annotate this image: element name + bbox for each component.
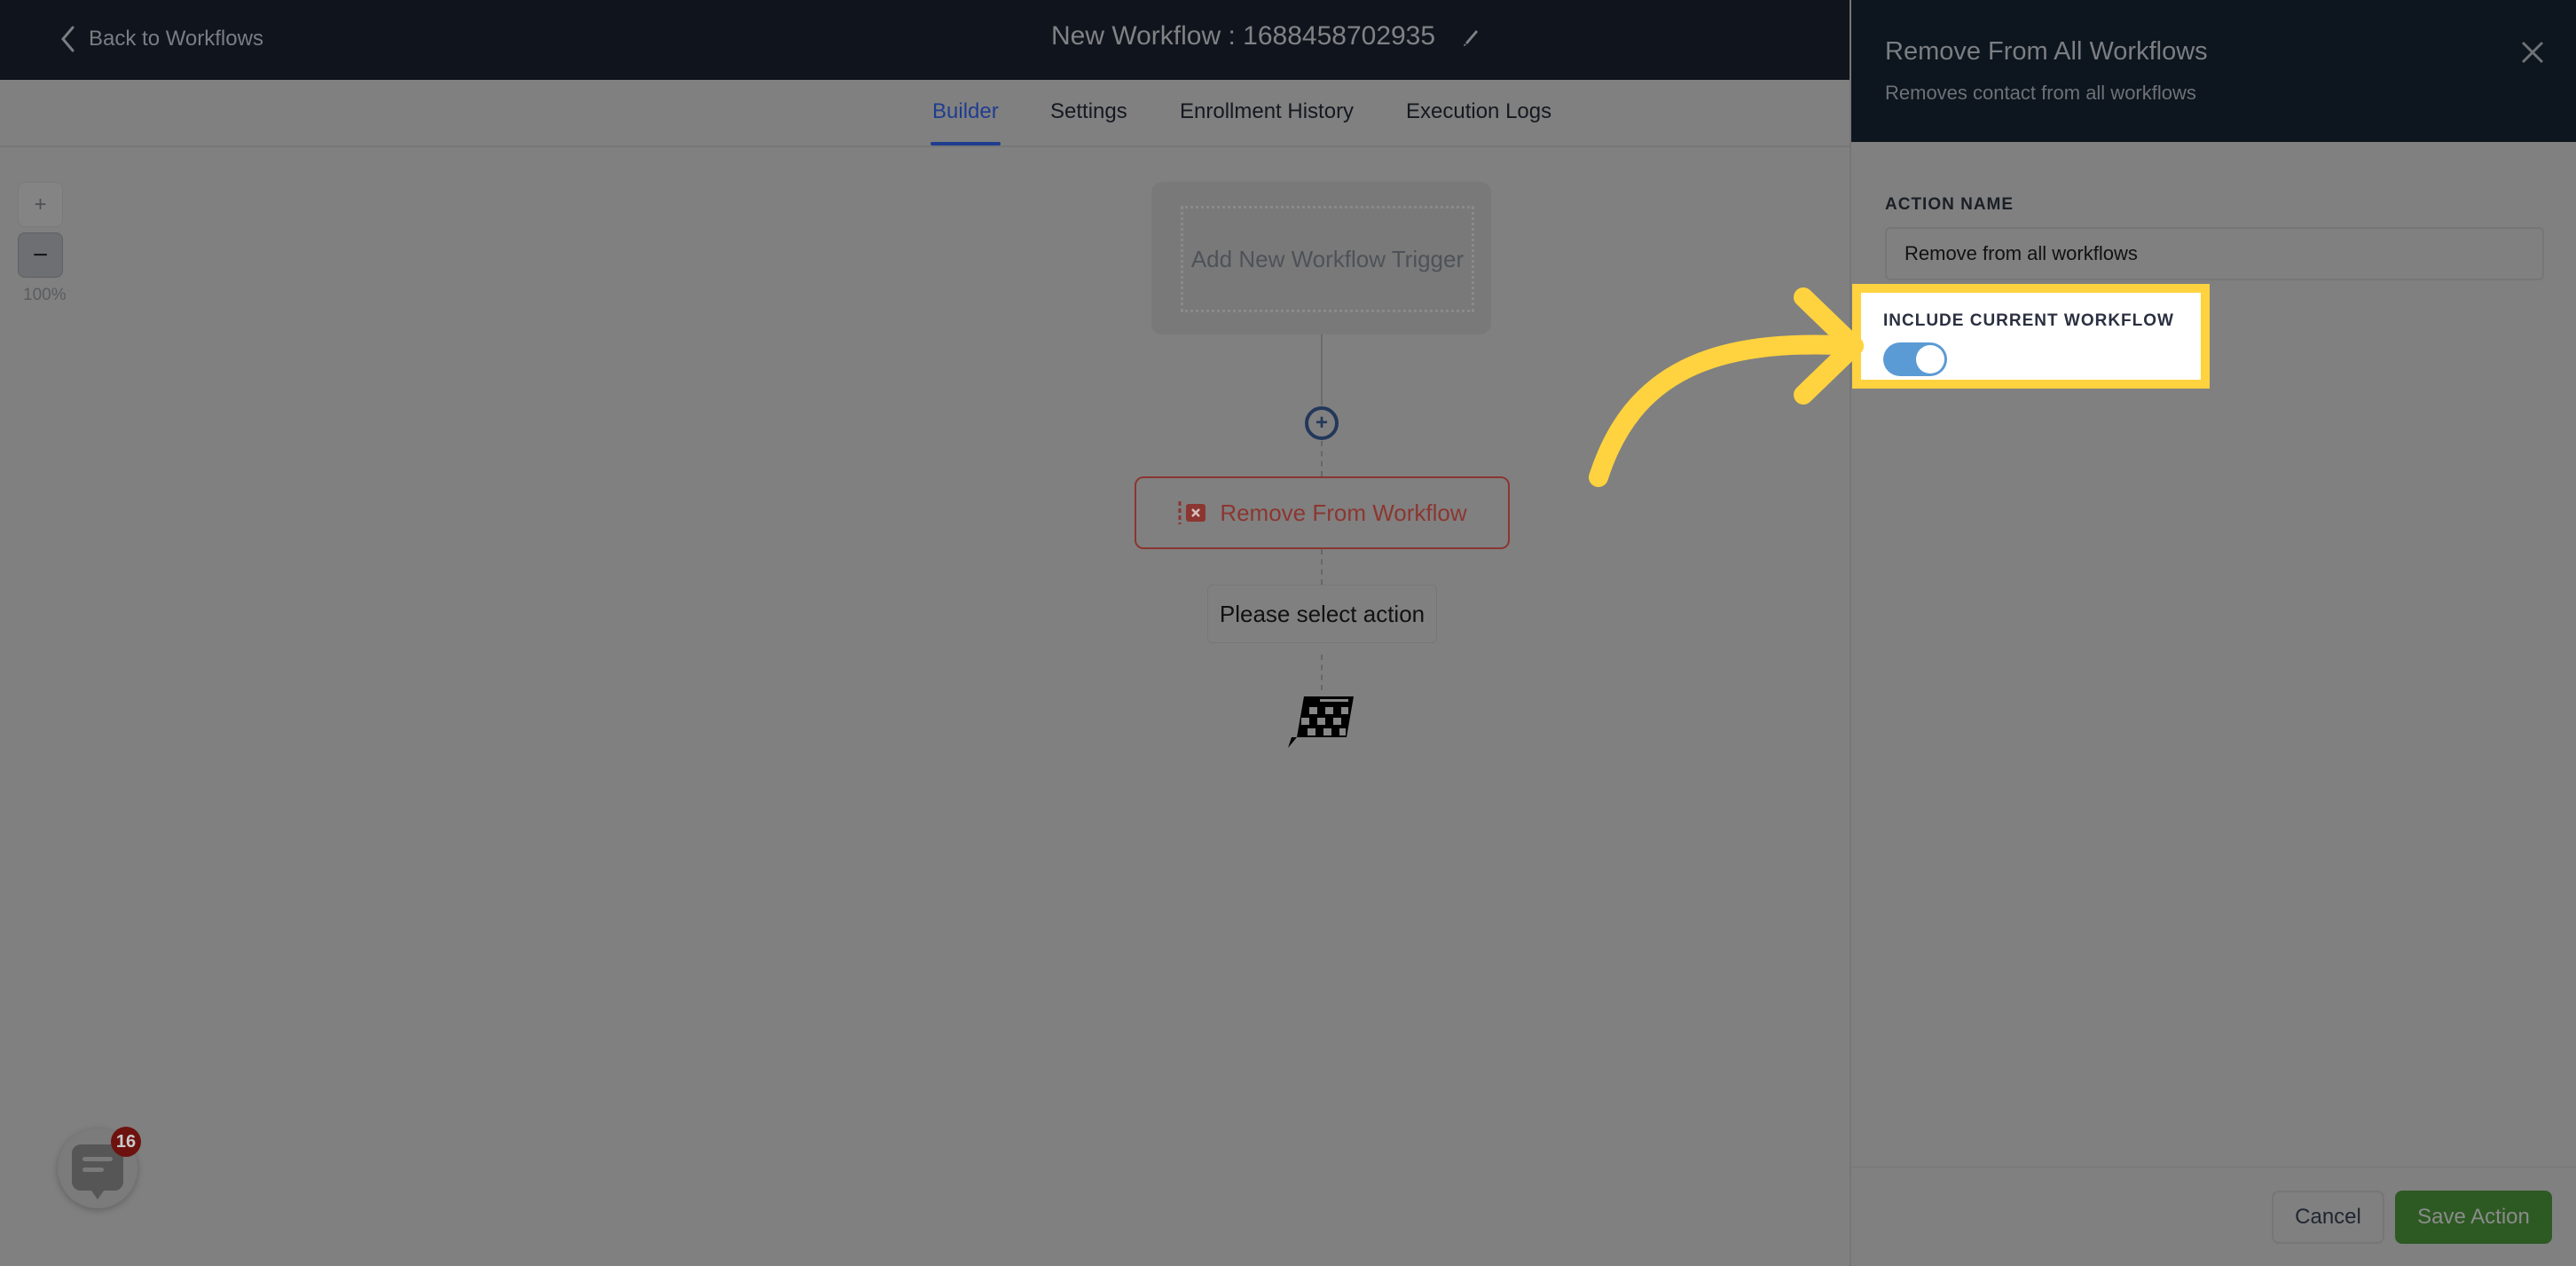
connector-line [1321,655,1323,690]
annotation-arrow-icon [1589,287,1864,487]
connector-line [1321,334,1323,405]
close-icon[interactable] [2519,39,2546,66]
finish-flag-icon [1288,696,1354,748]
action-node-label: Remove From Workflow [1220,499,1467,526]
add-trigger-node[interactable]: Add New Workflow Trigger [1181,206,1474,312]
toggle-knob [1916,345,1944,374]
action-name-input[interactable]: Remove from all workflows [1885,227,2544,280]
include-current-workflow-toggle[interactable] [1883,342,1947,376]
include-current-workflow-label: INCLUDE CURRENT WORKFLOW [1883,311,2174,330]
tab-enrollment-history[interactable]: Enrollment History [1180,99,1354,145]
action-config-panel: Remove From All Workflows Removes contac… [1850,0,2576,1266]
plus-icon: + [1315,411,1328,435]
back-to-workflows-link[interactable]: Back to Workflows [59,25,263,53]
tab-builder[interactable]: Builder [931,99,1001,145]
back-label: Back to Workflows [89,27,263,51]
pencil-icon[interactable] [1462,27,1481,46]
panel-title: Remove From All Workflows [1885,37,2208,66]
workflow-tabs: Builder Settings Enrollment History Exec… [0,80,1850,147]
save-action-button[interactable]: Save Action [2395,1191,2552,1244]
select-action-node[interactable]: Please select action [1207,585,1437,643]
zoom-in-button[interactable]: + [18,182,63,227]
add-step-button[interactable]: + [1305,406,1339,440]
notification-badge: 16 [111,1127,141,1157]
tab-settings[interactable]: Settings [1050,99,1127,145]
action-name-label: ACTION NAME [1885,195,2014,214]
connector-line [1321,441,1323,476]
panel-subtitle: Removes contact from all workflows [1885,82,2196,104]
zoom-level: 100% [23,286,67,304]
panel-footer-divider [1850,1167,2576,1168]
workflow-title-text: New Workflow : 1688458702935 [1051,21,1436,51]
remove-workflow-icon [1178,501,1206,524]
workflow-title: New Workflow : 1688458702935 [1051,21,1481,51]
tab-execution-logs[interactable]: Execution Logs [1406,99,1551,145]
chevron-left-icon [61,26,75,52]
remove-from-workflow-node[interactable]: Remove From Workflow [1135,476,1510,549]
connector-line [1321,549,1323,585]
cancel-button[interactable]: Cancel [2272,1191,2384,1244]
panel-header: Remove From All Workflows Removes contac… [1851,0,2576,142]
zoom-out-button[interactable]: − [18,232,63,278]
workflow-builder-app: Back to Workflows New Workflow : 1688458… [0,0,2576,1266]
